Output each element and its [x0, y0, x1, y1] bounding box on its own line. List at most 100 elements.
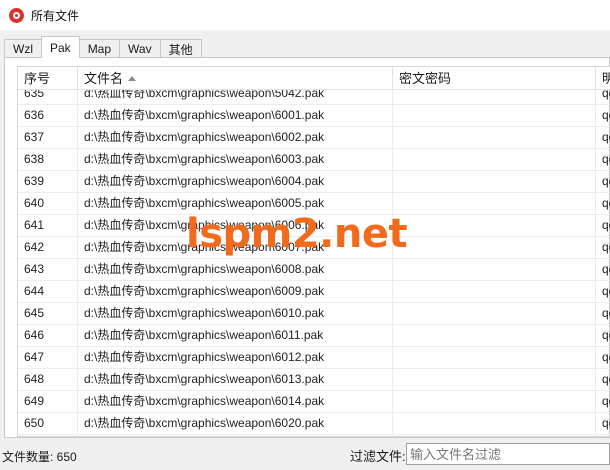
row-password: [393, 215, 596, 236]
row-filename: d:\热血传奇\bxcm\graphics\weapon\6002.pak: [78, 127, 393, 148]
row-extra: qc: [602, 108, 610, 122]
row-index: 646: [18, 325, 78, 346]
file-list[interactable]: 序号 文件名 密文密码 明 635 d:\热血传奇\bxcm\graphics\…: [17, 66, 610, 437]
row-index: 636: [18, 105, 78, 126]
row-index: 635: [18, 90, 78, 104]
tab-panel: 序号 文件名 密文密码 明 635 d:\热血传奇\bxcm\graphics\…: [4, 57, 610, 438]
table-row[interactable]: 643 d:\热血传奇\bxcm\graphics\weapon\6008.pak…: [18, 259, 610, 281]
row-password: [393, 127, 596, 148]
row-password: [393, 281, 596, 302]
table-row[interactable]: 639 d:\热血传奇\bxcm\graphics\weapon\6004.pak…: [18, 171, 610, 193]
row-filename: d:\热血传奇\bxcm\graphics\weapon\6007.pak: [78, 237, 393, 258]
row-password: [393, 413, 596, 434]
row-filename: d:\热血传奇\bxcm\graphics\weapon\6005.pak: [78, 193, 393, 214]
table-row[interactable]: 650 d:\热血传奇\bxcm\graphics\weapon\6020.pak…: [18, 413, 610, 435]
column-header-extra-label: 明: [602, 71, 610, 86]
row-extra: qc: [602, 372, 610, 386]
tab-wav[interactable]: Wav: [119, 39, 161, 58]
row-filename: d:\热血传奇\bxcm\graphics\weapon\6004.pak: [78, 171, 393, 192]
row-filename: d:\热血传奇\bxcm\graphics\weapon\6003.pak: [78, 149, 393, 170]
row-password: [393, 90, 596, 104]
table-row[interactable]: 636 d:\热血传奇\bxcm\graphics\weapon\6001.pak…: [18, 105, 610, 127]
row-filename: d:\热血传奇\bxcm\graphics\weapon\6008.pak: [78, 259, 393, 280]
row-index: 640: [18, 193, 78, 214]
tab-other[interactable]: 其他: [159, 39, 202, 58]
title-bar: 所有文件: [0, 0, 610, 30]
row-index: 650: [18, 413, 78, 434]
row-filename: d:\热血传奇\bxcm\graphics\weapon\6014.pak: [78, 391, 393, 412]
row-filename: d:\热血传奇\bxcm\graphics\weapon\6020.pak: [78, 413, 393, 434]
row-index: 639: [18, 171, 78, 192]
table-row[interactable]: 635 d:\热血传奇\bxcm\graphics\weapon\5042.pa…: [18, 90, 610, 105]
row-index: 643: [18, 259, 78, 280]
table-row[interactable]: 646 d:\热血传奇\bxcm\graphics\weapon\6011.pak…: [18, 325, 610, 347]
row-extra: qc: [602, 394, 610, 408]
column-header-extra[interactable]: 明: [596, 67, 610, 90]
row-extra: qc: [602, 284, 610, 298]
row-index: 637: [18, 127, 78, 148]
row-filename: d:\热血传奇\bxcm\graphics\weapon\6010.pak: [78, 303, 393, 324]
app-icon: [9, 7, 24, 23]
row-filename: d:\热血传奇\bxcm\graphics\weapon\6012.pak: [78, 347, 393, 368]
window-title: 所有文件: [31, 8, 80, 23]
column-header-password-label: 密文密码: [399, 71, 452, 86]
row-filename: d:\热血传奇\bxcm\graphics\weapon\6013.pak: [78, 369, 393, 390]
table-row[interactable]: 642 d:\热血传奇\bxcm\graphics\weapon\6007.pak…: [18, 237, 610, 259]
table-row[interactable]: 640 d:\热血传奇\bxcm\graphics\weapon\6005.pak…: [18, 193, 610, 215]
column-header-index-label: 序号: [24, 71, 51, 86]
row-extra: qc: [602, 306, 610, 320]
row-extra: qc: [602, 152, 610, 166]
row-password: [393, 193, 596, 214]
row-password: [393, 149, 596, 170]
filter-input[interactable]: [406, 443, 610, 465]
table-row[interactable]: 648 d:\热血传奇\bxcm\graphics\weapon\6013.pak…: [18, 369, 610, 391]
file-count-label: 文件数量: 650: [2, 450, 77, 464]
column-header-filename-label: 文件名: [84, 71, 124, 86]
list-header: 序号 文件名 密文密码 明: [18, 67, 610, 90]
status-bar: 文件数量: 650 过滤文件:: [0, 440, 610, 470]
row-extra: qc: [602, 416, 610, 430]
tab-wzl[interactable]: Wzl: [4, 39, 42, 58]
row-index: 644: [18, 281, 78, 302]
row-index: 645: [18, 303, 78, 324]
row-password: [393, 259, 596, 280]
table-row[interactable]: 647 d:\热血传奇\bxcm\graphics\weapon\6012.pak…: [18, 347, 610, 369]
tab-strip: Wzl Pak Map Wav 其他: [4, 36, 202, 58]
row-password: [393, 171, 596, 192]
row-extra: qc: [602, 240, 610, 254]
table-row[interactable]: 637 d:\热血传奇\bxcm\graphics\weapon\6002.pak…: [18, 127, 610, 149]
row-index: 647: [18, 347, 78, 368]
list-body: 635 d:\热血传奇\bxcm\graphics\weapon\5042.pa…: [18, 90, 610, 435]
column-header-index[interactable]: 序号: [18, 67, 78, 90]
row-filename: d:\热血传奇\bxcm\graphics\weapon\6009.pak: [78, 281, 393, 302]
row-password: [393, 347, 596, 368]
row-filename: d:\热血传奇\bxcm\graphics\weapon\6011.pak: [78, 325, 393, 346]
row-extra: qc: [602, 174, 610, 188]
table-row[interactable]: 649 d:\热血传奇\bxcm\graphics\weapon\6014.pak…: [18, 391, 610, 413]
row-index: 648: [18, 369, 78, 390]
tab-pak[interactable]: Pak: [41, 36, 80, 58]
tab-map[interactable]: Map: [78, 39, 121, 58]
row-extra: qc: [602, 196, 610, 210]
row-index: 641: [18, 215, 78, 236]
row-extra: qc: [602, 350, 610, 364]
column-header-password[interactable]: 密文密码: [393, 67, 596, 90]
row-extra: qc: [602, 90, 610, 100]
row-filename: d:\热血传奇\bxcm\graphics\weapon\5042.pak: [78, 90, 393, 104]
table-row[interactable]: 644 d:\热血传奇\bxcm\graphics\weapon\6009.pak…: [18, 281, 610, 303]
row-extra: qc: [602, 218, 610, 232]
row-index: 638: [18, 149, 78, 170]
row-index: 649: [18, 391, 78, 412]
table-row[interactable]: 641 d:\热血传奇\bxcm\graphics\weapon\6006.pak…: [18, 215, 610, 237]
row-password: [393, 369, 596, 390]
column-header-filename[interactable]: 文件名: [78, 67, 393, 90]
table-row[interactable]: 638 d:\热血传奇\bxcm\graphics\weapon\6003.pak…: [18, 149, 610, 171]
row-filename: d:\热血传奇\bxcm\graphics\weapon\6001.pak: [78, 105, 393, 126]
row-password: [393, 303, 596, 324]
row-extra: qc: [602, 262, 610, 276]
sort-ascending-icon: [128, 76, 137, 81]
row-password: [393, 325, 596, 346]
table-row[interactable]: 645 d:\热血传奇\bxcm\graphics\weapon\6010.pak…: [18, 303, 610, 325]
row-password: [393, 391, 596, 412]
row-extra: qc: [602, 130, 610, 144]
